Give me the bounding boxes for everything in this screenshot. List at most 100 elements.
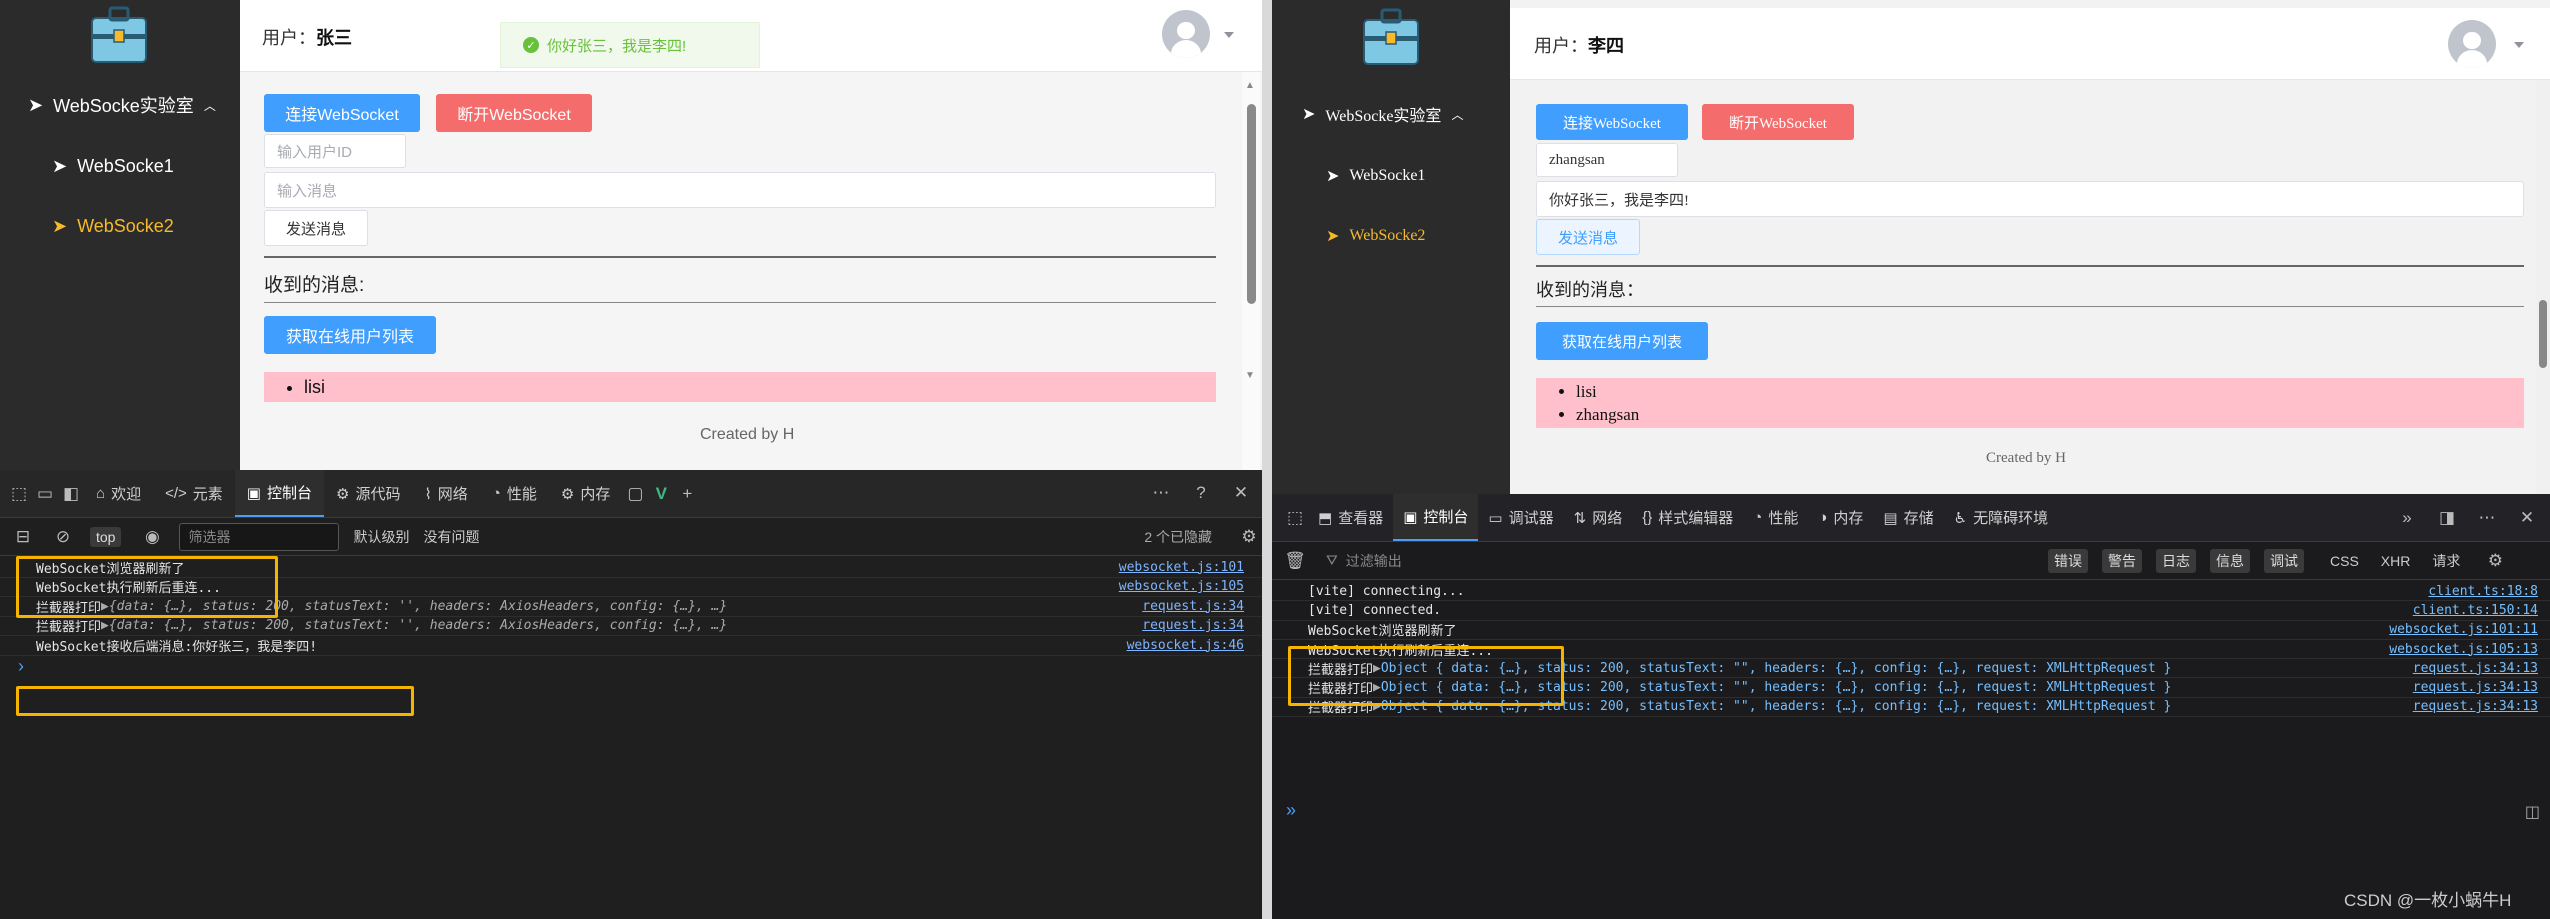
filter-pill[interactable]: 警告 bbox=[2102, 548, 2142, 573]
console-row[interactable]: WebSocket接收后端消息:你好张三，我是李四! websocket.js:4… bbox=[0, 636, 1268, 656]
avatar[interactable] bbox=[1162, 10, 1210, 58]
scroll-up-icon[interactable]: ▲ bbox=[1245, 80, 1255, 91]
more-icon[interactable]: ⋯ bbox=[1148, 480, 1174, 506]
expand-arrow-icon[interactable]: ▶ bbox=[1373, 699, 1381, 714]
tab-memory[interactable]: ◑ 内存 bbox=[1808, 494, 1873, 541]
console-row[interactable]: 拦截器打印 ▶ {data: {…}, status: 200, statusT… bbox=[0, 597, 1268, 617]
sidebar-item-websocke1[interactable]: ➤ WebSocke1 bbox=[1326, 166, 1425, 186]
tab-debugger[interactable]: ▭ 调试器 bbox=[1478, 494, 1563, 541]
tab-network[interactable]: ⌇ 网络 bbox=[412, 470, 479, 517]
console-row[interactable]: [vite] connecting... client.ts:18:8 bbox=[1272, 582, 2550, 602]
vue-devtools-icon[interactable]: V bbox=[648, 481, 674, 507]
log-source-link[interactable]: request.js:34:13 bbox=[2413, 680, 2538, 695]
console-input-prompt-icon[interactable]: » bbox=[1286, 800, 1296, 821]
eye-icon[interactable]: ◉ bbox=[139, 524, 165, 550]
user-id-input[interactable]: zhangsan bbox=[1536, 143, 1678, 177]
submenu-title[interactable]: ➤ WebSocke实验室 ︿ bbox=[28, 92, 216, 118]
more-tabs-icon[interactable]: » bbox=[2394, 505, 2420, 531]
scroll-down-icon[interactable]: ▼ bbox=[1245, 370, 1255, 381]
log-source-link[interactable]: client.ts:150:14 bbox=[2413, 603, 2538, 618]
sidebar-item-websocke2[interactable]: ➤ WebSocke2 bbox=[1326, 226, 1425, 246]
tab-style-editor[interactable]: {} 样式编辑器 bbox=[1632, 494, 1743, 541]
log-object[interactable]: Object { data: {…}, status: 200, statusT… bbox=[1381, 680, 2172, 695]
avatar[interactable] bbox=[2448, 20, 2496, 68]
split-console-icon[interactable]: ◫ bbox=[2525, 802, 2540, 822]
caret-down-icon[interactable] bbox=[1224, 32, 1234, 38]
disconnect-button[interactable]: 断开WebSocket bbox=[1702, 104, 1854, 140]
log-source-link[interactable]: websocket.js:105 bbox=[1119, 579, 1244, 594]
console-row[interactable]: WebSocket浏览器刷新了 websocket.js:101:11 bbox=[1272, 621, 2550, 640]
expand-arrow-icon[interactable]: ▶ bbox=[1373, 661, 1381, 676]
tab-welcome[interactable]: ⌂ 欢迎 bbox=[84, 470, 153, 517]
console-row[interactable]: 拦截器打印 ▶ Object { data: {…}, status: 200,… bbox=[1272, 659, 2550, 679]
tab-elements[interactable]: </> 元素 bbox=[153, 470, 235, 517]
console-row[interactable]: WebSocket执行刷新后重连... websocket.js:105:13 bbox=[1272, 640, 2550, 660]
tab-accessibility[interactable]: ♿ 无障碍环境 bbox=[1944, 494, 2058, 541]
log-source-link[interactable]: websocket.js:105:13 bbox=[2389, 642, 2538, 657]
sidebar-icon[interactable]: ⊟ bbox=[10, 524, 36, 550]
issues-label[interactable]: 没有问题 bbox=[423, 527, 479, 547]
user-id-input[interactable]: 输入用户ID bbox=[264, 134, 406, 168]
tab-inspector[interactable]: ⬒ 查看器 bbox=[1308, 494, 1393, 541]
log-source-link[interactable]: websocket.js:101 bbox=[1119, 560, 1244, 575]
tab-console[interactable]: ▣ 控制台 bbox=[1393, 494, 1479, 541]
expand-arrow-icon[interactable]: ▶ bbox=[1373, 680, 1381, 695]
filter-input[interactable]: 筛选器 bbox=[179, 522, 340, 551]
panel-icon[interactable]: ▢ bbox=[622, 481, 648, 507]
log-source-link[interactable]: websocket.js:46 bbox=[1127, 638, 1244, 653]
get-online-users-button[interactable]: 获取在线用户列表 bbox=[264, 316, 436, 354]
clear-console-icon[interactable]: ⊘ bbox=[50, 524, 76, 550]
tab-sources[interactable]: ⚙ 源代码 bbox=[324, 470, 412, 517]
log-source-link[interactable]: request.js:34 bbox=[1142, 599, 1244, 614]
log-object[interactable]: Object { data: {…}, status: 200, statusT… bbox=[1381, 661, 2172, 676]
send-button[interactable]: 发送消息 bbox=[1536, 219, 1640, 255]
console-row[interactable]: [vite] connected. client.ts:150:14 bbox=[1272, 601, 2550, 621]
message-input[interactable]: 输入消息 bbox=[264, 172, 1216, 208]
sidebar-item-websocke1[interactable]: ➤ WebSocke1 bbox=[52, 156, 174, 177]
submenu-title[interactable]: ➤ WebSocke实验室 ︿ bbox=[1302, 102, 1463, 126]
tab-performance[interactable]: ◔ 性能 bbox=[480, 470, 549, 517]
expand-arrow-icon[interactable]: ▶ bbox=[101, 599, 109, 614]
trash-icon[interactable]: 🗑 bbox=[1282, 548, 1308, 574]
close-icon[interactable]: ✕ bbox=[2514, 505, 2540, 531]
scrollbar[interactable] bbox=[2536, 80, 2550, 494]
tab-console[interactable]: ▣ 控制台 bbox=[234, 470, 324, 517]
filter-pill[interactable]: 错误 bbox=[2048, 548, 2088, 573]
settings-gear-icon[interactable]: ⚙ bbox=[1236, 524, 1262, 550]
console-row[interactable]: WebSocket执行刷新后重连... websocket.js:105 bbox=[0, 578, 1268, 597]
scrollbar-thumb[interactable] bbox=[1247, 104, 1256, 304]
inspect-icon[interactable]: ⬚ bbox=[6, 481, 32, 507]
console-row[interactable]: 拦截器打印 ▶ Object { data: {…}, status: 200,… bbox=[1272, 698, 2550, 718]
filter-toggle[interactable]: CSS bbox=[2330, 553, 2359, 569]
filter-pill[interactable]: 日志 bbox=[2156, 548, 2196, 573]
settings-gear-icon[interactable]: ⚙ bbox=[2482, 548, 2508, 574]
add-tab-icon[interactable]: + bbox=[674, 481, 700, 507]
send-button[interactable]: 发送消息 bbox=[264, 210, 368, 246]
console-row[interactable]: 拦截器打印 ▶ Object { data: {…}, status: 200,… bbox=[1272, 679, 2550, 698]
tab-storage[interactable]: ▤ 存储 bbox=[1873, 494, 1943, 541]
log-source-link[interactable]: request.js:34:13 bbox=[2413, 661, 2538, 676]
filter-input[interactable]: ⛛ 过滤输出 bbox=[1318, 547, 2038, 575]
log-source-link[interactable]: websocket.js:101:11 bbox=[2389, 622, 2538, 637]
scrollbar[interactable]: ▲ ▼ bbox=[1242, 72, 1260, 470]
help-icon[interactable]: ? bbox=[1188, 480, 1214, 506]
caret-down-icon[interactable] bbox=[2514, 42, 2524, 48]
console-row[interactable]: WebSocket浏览器刷新了 websocket.js:101 bbox=[0, 558, 1268, 578]
connect-button[interactable]: 连接WebSocket bbox=[1536, 104, 1688, 140]
log-source-link[interactable]: client.ts:18:8 bbox=[2428, 584, 2538, 599]
filter-pill[interactable]: 调试 bbox=[2264, 548, 2304, 573]
console-input-prompt-icon[interactable]: › bbox=[18, 656, 24, 677]
context-select[interactable]: top bbox=[90, 526, 122, 547]
log-source-link[interactable]: request.js:34 bbox=[1142, 618, 1244, 633]
log-object[interactable]: {data: {…}, status: 200, statusText: '',… bbox=[109, 599, 727, 614]
more-icon[interactable]: ⋯ bbox=[2474, 505, 2500, 531]
filter-pill[interactable]: 信息 bbox=[2210, 548, 2250, 573]
log-source-link[interactable]: request.js:34:13 bbox=[2413, 699, 2538, 714]
disconnect-button[interactable]: 断开WebSocket bbox=[436, 94, 592, 132]
log-level-select[interactable]: 默认级别 bbox=[353, 527, 409, 547]
connect-button[interactable]: 连接WebSocket bbox=[264, 94, 420, 132]
filter-toggle[interactable]: XHR bbox=[2381, 553, 2411, 569]
message-input[interactable]: 你好张三，我是李四! bbox=[1536, 181, 2524, 217]
tab-memory[interactable]: ⚙ 内存 bbox=[549, 470, 622, 517]
sidebar-toggle-icon[interactable]: ◧ bbox=[58, 481, 84, 507]
